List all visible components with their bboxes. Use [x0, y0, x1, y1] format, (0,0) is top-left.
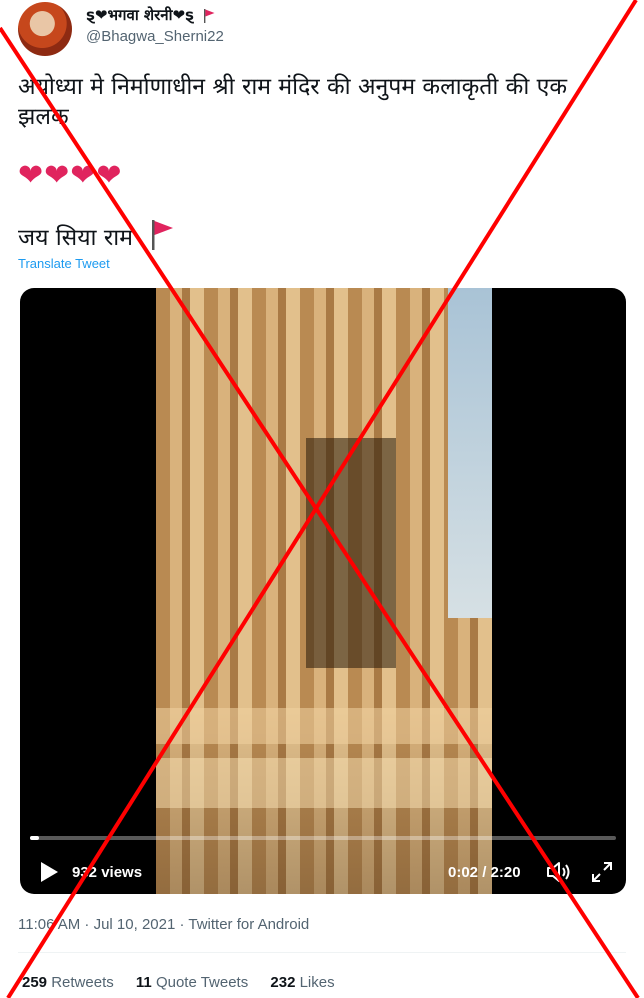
tweet-timestamp[interactable]: 11:06 AM · Jul 10, 2021 · Twitter for An… [18, 916, 309, 933]
video-base [156, 758, 492, 808]
volume-icon[interactable] [546, 860, 572, 884]
user-handle[interactable]: @Bhagwa_Sherni22 [86, 28, 224, 45]
likes-count: 232 [270, 974, 296, 991]
closing-text: जय सिया राम [18, 225, 133, 251]
play-icon[interactable] [38, 860, 60, 884]
likes-stat[interactable]: 232 Likes [270, 974, 334, 991]
video-doorway [306, 438, 396, 668]
video-time: 0:02 / 2:20 [448, 864, 521, 881]
retweets-stat[interactable]: 259 Retweets [22, 974, 114, 991]
video-frame [156, 288, 492, 894]
video-ledge [156, 708, 492, 744]
tweet-stats: 259 Retweets 11 Quote Tweets 232 Likes [22, 974, 353, 991]
retweets-label: Retweets [51, 974, 114, 991]
quote-tweets-count: 11 [135, 974, 152, 991]
video-progress-fill [30, 836, 39, 840]
flag-icon [152, 220, 174, 250]
fullscreen-icon[interactable] [590, 860, 614, 884]
video-progress-bar[interactable] [30, 836, 616, 840]
divider [18, 952, 626, 953]
avatar[interactable] [18, 2, 72, 56]
hearts-emoji: ❤❤❤❤ [18, 158, 123, 193]
tweet-text: अयोध्या मे निर्माणाधीन श्री राम मंदिर की… [18, 74, 567, 130]
tweet-closing-line: जय सिया राम [18, 220, 174, 252]
quote-tweets-label: Quote Tweets [155, 974, 249, 991]
flag-icon [204, 8, 215, 23]
quote-tweets-stat[interactable]: 11 Quote Tweets [136, 974, 248, 991]
display-name[interactable]: ȿ❤भगवा शेरनी❤ȿ [86, 5, 215, 25]
video-views: 932 views [72, 864, 143, 881]
retweets-count: 259 [22, 974, 48, 991]
likes-label: Likes [299, 974, 335, 991]
video-sky [448, 288, 492, 618]
video-player[interactable]: 932 views 0:02 / 2:20 [20, 288, 626, 894]
display-name-text: ȿ❤भगवा शेरनी❤ȿ [86, 6, 194, 24]
translate-tweet-link[interactable]: Translate Tweet [18, 256, 110, 271]
